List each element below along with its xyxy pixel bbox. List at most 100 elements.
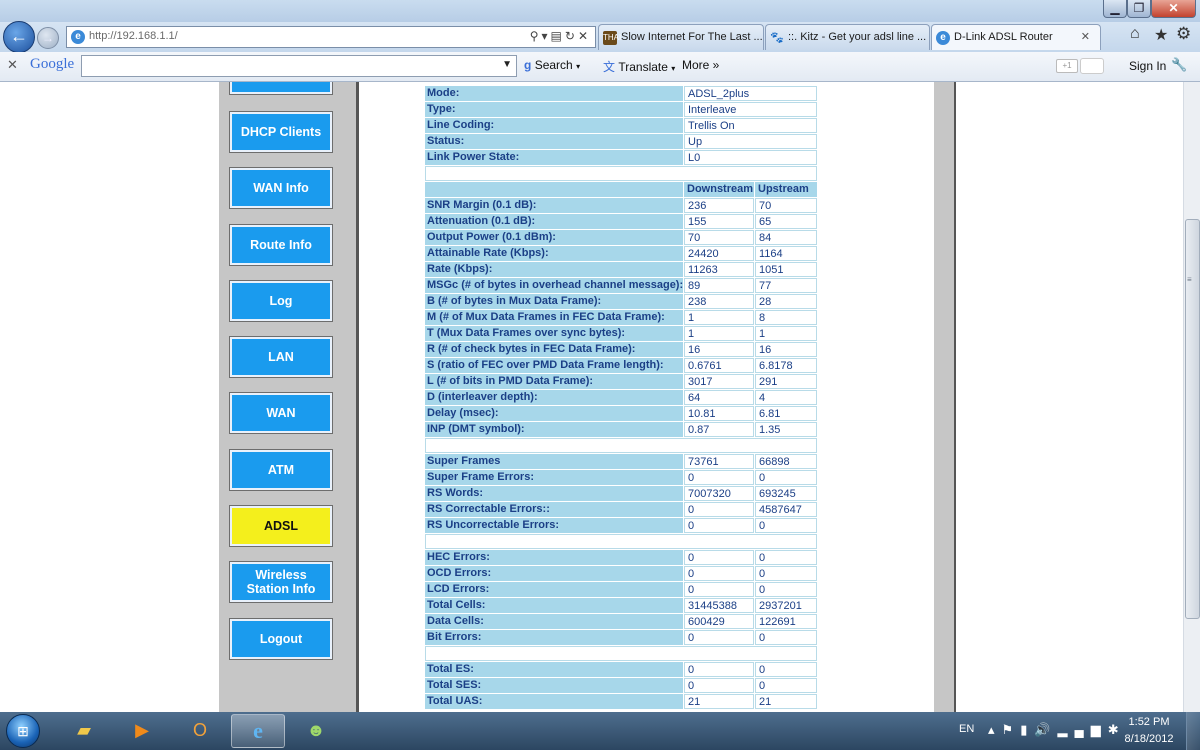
close-toolbar-icon[interactable]: ✕ bbox=[7, 57, 18, 73]
taskbar-people[interactable]: ☻ bbox=[289, 714, 343, 748]
row-label: Output Power (0.1 dBm): bbox=[425, 230, 683, 245]
table-row: Delay (msec): 10.81 6.81 bbox=[425, 406, 818, 422]
upstream-value: 66898 bbox=[755, 454, 817, 469]
upstream-value: 6.8178 bbox=[755, 358, 817, 373]
show-desktop-button[interactable] bbox=[1186, 712, 1200, 750]
row-label: R (# of check bytes in FEC Data Frame): bbox=[425, 342, 683, 357]
row-value: ADSL_2plus bbox=[684, 86, 817, 101]
tab-label: ::. Kitz - Get your adsl line ... bbox=[788, 31, 927, 43]
menu-item-dhcp-clients[interactable]: DHCP Clients bbox=[229, 111, 333, 153]
menu-item-hidden[interactable] bbox=[229, 82, 333, 95]
start-button[interactable]: ⊞ bbox=[6, 714, 40, 748]
tab-label: Slow Internet For The Last ... bbox=[621, 31, 763, 43]
table-spacer bbox=[425, 438, 818, 454]
translate-button[interactable]: 文 Translate ▾ bbox=[603, 58, 675, 75]
chevron-down-icon: ▾ bbox=[671, 64, 676, 73]
volume-icon[interactable]: 🔊 bbox=[1034, 722, 1057, 737]
table-row: T (Mux Data Frames over sync bytes): 1 1 bbox=[425, 326, 818, 342]
search-icon[interactable]: ⚲ bbox=[530, 29, 542, 43]
table-row: Total UAS: 21 21 bbox=[425, 694, 818, 710]
upstream-header: Upstream bbox=[755, 182, 817, 197]
back-arrow-icon: ← bbox=[10, 26, 28, 46]
vertical-scrollbar[interactable]: ≡ bbox=[1183, 82, 1200, 712]
row-label: S (ratio of FEC over PMD Data Frame leng… bbox=[425, 358, 683, 373]
upstream-value: 84 bbox=[755, 230, 817, 245]
table-row: Output Power (0.1 dBm): 70 84 bbox=[425, 230, 818, 246]
plusone-button[interactable]: +1 bbox=[1056, 59, 1078, 73]
menu-item-atm[interactable]: ATM bbox=[229, 449, 333, 491]
upstream-value: 0 bbox=[755, 518, 817, 533]
menu-item-log[interactable]: Log bbox=[229, 280, 333, 322]
clock-date[interactable]: 8/18/2012 bbox=[1120, 733, 1178, 745]
address-bar[interactable]: e http://192.168.1.1/ ⚲▾▤↻✕ bbox=[66, 26, 596, 48]
google-search-input[interactable]: ▼ bbox=[81, 55, 517, 77]
downstream-header: Downstream bbox=[684, 182, 754, 197]
maximize-button[interactable]: ❐ bbox=[1127, 0, 1151, 18]
tab-dlink-router[interactable]: e D-Link ADSL Router ✕ bbox=[931, 24, 1101, 50]
google-search-button[interactable]: g Search ▾ bbox=[524, 58, 580, 72]
tab-kitz[interactable]: 🐾 ::. Kitz - Get your adsl line ... bbox=[765, 24, 930, 50]
favorites-star-icon[interactable]: ★ bbox=[1154, 25, 1168, 45]
upstream-value: 0 bbox=[755, 678, 817, 693]
back-button[interactable]: ← bbox=[3, 21, 35, 53]
minimize-icon: ▁ bbox=[1110, 1, 1120, 15]
close-window-button[interactable]: ✕ bbox=[1151, 0, 1196, 18]
search-label: Search bbox=[534, 58, 573, 72]
menu-item-lan[interactable]: LAN bbox=[229, 336, 333, 378]
row-value: Trellis On bbox=[684, 118, 817, 133]
url-text[interactable]: http://192.168.1.1/ bbox=[89, 30, 178, 42]
minimize-button[interactable]: ▁ bbox=[1103, 0, 1127, 18]
show-hidden-icons-icon[interactable]: ▴ bbox=[988, 722, 1002, 737]
grip-icon: ≡ bbox=[1187, 275, 1192, 284]
downstream-value: 1 bbox=[684, 326, 754, 341]
taskbar-internet-explorer[interactable]: e bbox=[231, 714, 285, 748]
table-row: D (interleaver depth): 64 4 bbox=[425, 390, 818, 406]
language-indicator[interactable]: EN bbox=[959, 723, 974, 735]
adsl-stats-table: Mode: ADSL_2plus Type: Interleave Line Cod… bbox=[425, 86, 818, 710]
address-actions[interactable]: ⚲▾▤↻✕ bbox=[530, 29, 591, 43]
compat-view-icon[interactable]: ▤ bbox=[551, 29, 565, 43]
more-button[interactable]: More » bbox=[682, 58, 719, 72]
menu-item-wireless-station-info[interactable]: Wireless Station Info bbox=[229, 561, 333, 603]
downstream-value: 238 bbox=[684, 294, 754, 309]
close-tab-icon[interactable]: ✕ bbox=[1081, 30, 1090, 43]
dropdown-icon[interactable]: ▾ bbox=[542, 29, 551, 43]
menu-item-wan[interactable]: WAN bbox=[229, 392, 333, 434]
table-row: INP (DMT symbol): 0.87 1.35 bbox=[425, 422, 818, 438]
tab-label: D-Link ADSL Router bbox=[954, 31, 1053, 43]
downstream-value: 16 bbox=[684, 342, 754, 357]
menu-item-wan-info[interactable]: WAN Info bbox=[229, 167, 333, 209]
taskbar-explorer[interactable]: ▰ bbox=[57, 714, 111, 748]
stop-icon[interactable]: ✕ bbox=[578, 29, 591, 43]
translate-icon: 文 bbox=[603, 60, 616, 74]
menu-item-logout[interactable]: Logout bbox=[229, 618, 333, 660]
ie-page-icon: e bbox=[71, 30, 85, 44]
taskbar-outlook[interactable]: O bbox=[173, 714, 227, 748]
refresh-icon[interactable]: ↻ bbox=[565, 29, 578, 43]
clock-time[interactable]: 1:52 PM bbox=[1124, 716, 1174, 728]
taskbar-media-player[interactable]: ▶ bbox=[115, 714, 169, 748]
frame-stats-group: Super Frames 73761 66898 Super Frame Errors… bbox=[425, 454, 818, 534]
toolbar-toggle[interactable] bbox=[1080, 58, 1104, 74]
system-tray[interactable]: ▴⚑▮🔊▂▄▆✱ bbox=[988, 722, 1126, 738]
chevron-down-icon[interactable]: ▼ bbox=[502, 59, 512, 70]
sign-in-link[interactable]: Sign In bbox=[1129, 59, 1166, 73]
row-label: Total ES: bbox=[425, 662, 683, 677]
gear-icon[interactable]: ⚙ bbox=[1176, 24, 1191, 44]
home-icon[interactable]: ⌂ bbox=[1130, 25, 1140, 43]
tab-slow-internet[interactable]: THAI Slow Internet For The Last ... bbox=[598, 24, 764, 50]
signal-icon[interactable]: ▂▄▆ bbox=[1058, 722, 1108, 737]
power-icon[interactable]: ▮ bbox=[1020, 722, 1034, 737]
flag-icon[interactable]: ⚑ bbox=[1002, 722, 1021, 737]
wrench-icon[interactable]: 🔧 bbox=[1171, 57, 1187, 73]
upstream-value: 65 bbox=[755, 214, 817, 229]
menu-item-adsl[interactable]: ADSL bbox=[229, 505, 333, 547]
forward-button[interactable]: → bbox=[37, 27, 59, 49]
upstream-value: 122691 bbox=[755, 614, 817, 629]
upstream-value: 28 bbox=[755, 294, 817, 309]
row-label: RS Uncorrectable Errors: bbox=[425, 518, 683, 533]
row-label: Bit Errors: bbox=[425, 630, 683, 645]
downstream-value: 0 bbox=[684, 662, 754, 677]
menu-item-route-info[interactable]: Route Info bbox=[229, 224, 333, 266]
downstream-value: 21 bbox=[684, 694, 754, 709]
